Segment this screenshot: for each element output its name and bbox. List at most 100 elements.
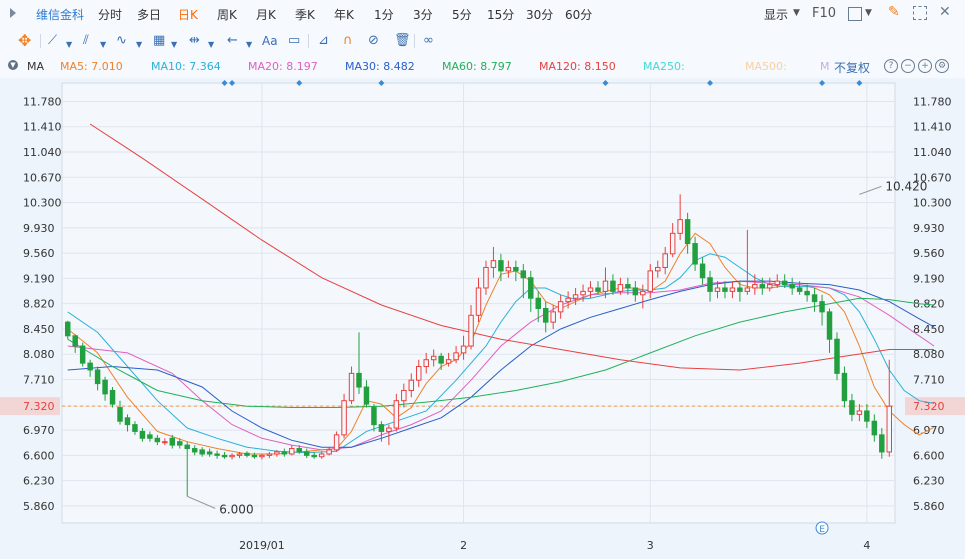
candle-body[interactable] [550,311,556,323]
candle-body[interactable] [505,266,512,272]
candle-body[interactable] [363,386,370,405]
candle-body[interactable] [610,280,616,292]
candle-body[interactable] [79,345,86,364]
candle-body[interactable] [774,280,780,286]
candle-body[interactable] [132,424,138,432]
period-tab-weekly[interactable]: 周K [217,6,237,23]
zoom-in-icon[interactable]: + [918,59,932,73]
chevron-down-icon[interactable]: ▼ [246,36,252,54]
candle-body[interactable] [460,345,467,354]
candle-body[interactable] [430,355,437,361]
candle-body[interactable] [281,451,288,455]
zoom-out-icon[interactable]: − [901,59,915,73]
settings-icon[interactable]: ⚙ [935,59,949,73]
candle-body[interactable] [453,352,459,361]
fullscreen-icon[interactable] [913,6,927,20]
hide-icon[interactable]: ⊘ [368,32,379,50]
candle-body[interactable] [184,444,190,450]
adjust-mode-button[interactable]: 不复权 [834,59,870,76]
candle-body[interactable] [572,294,579,299]
period-tab-daily[interactable]: 日K [178,6,198,23]
candle-body[interactable] [87,362,93,371]
wave-icon[interactable]: ∿ [116,32,127,50]
candle-body[interactable] [542,307,549,323]
pencil-icon[interactable]: ✎ [888,4,900,20]
candle-body[interactable] [177,441,183,446]
candle-body[interactable] [819,301,825,313]
candle-body[interactable] [580,290,586,296]
period-tab-30min[interactable]: 30分 [526,6,553,23]
candle-body[interactable] [513,266,519,272]
period-tab-multiday[interactable]: 多日 [137,6,161,23]
candle-body[interactable] [856,410,863,415]
candle-body[interactable] [64,321,71,337]
candle-body[interactable] [781,280,788,286]
candle-body[interactable] [789,284,795,289]
candle-body[interactable] [356,372,362,388]
candle-body[interactable] [139,430,146,439]
candle-body[interactable] [191,448,198,453]
candle-body[interactable] [318,453,325,458]
candle-body[interactable] [214,453,220,456]
period-tab-15min[interactable]: 15分 [487,6,514,23]
candle-body[interactable] [692,243,698,265]
candle-body[interactable] [244,452,250,456]
candle-body[interactable] [438,355,444,364]
candle-body[interactable] [423,359,429,368]
crosshair-icon[interactable]: ✥ [18,32,31,50]
chevron-down-icon[interactable]: ▼ [136,36,142,54]
candle-body[interactable] [117,407,123,422]
chart-pane[interactable]: 11.780 11.780 11.410 11.410 11.040 11.040 10.6… [0,78,965,555]
candle-body[interactable] [371,407,377,426]
candle-body[interactable] [767,284,773,289]
candle-body[interactable] [841,372,848,402]
candle-body[interactable] [102,379,108,395]
candle-body[interactable] [699,263,706,279]
candle-body[interactable] [834,338,840,374]
candle-body[interactable] [587,287,594,292]
line-draw-icon[interactable]: ⟋ [48,32,57,50]
candle-body[interactable] [669,232,676,255]
candle-body[interactable] [602,280,609,292]
candle-body[interactable] [72,335,78,347]
indicator-name[interactable]: MA [27,60,44,73]
candle-body[interactable] [251,454,258,458]
chevron-down-icon[interactable]: ▼ [8,60,18,70]
candle-body[interactable] [647,270,654,292]
candle-body[interactable] [640,290,646,296]
ruler-icon[interactable]: ⊿ [318,32,329,50]
candle-body[interactable] [199,449,205,455]
candle-body[interactable] [490,260,497,268]
candle-body[interactable] [229,454,235,458]
candle-body[interactable] [737,287,743,292]
candle-body[interactable] [826,311,833,340]
period-tab-5min[interactable]: 5分 [452,6,472,23]
candlestick-chart[interactable]: 11.780 11.780 11.410 11.410 11.040 11.040 10.6… [0,78,965,555]
candle-body[interactable] [565,297,571,303]
candle-body[interactable] [94,369,101,385]
period-tab-monthly[interactable]: 月K [256,6,276,23]
candle-body[interactable] [109,389,116,405]
candle-body[interactable] [849,400,855,415]
help-icon[interactable]: ? [884,59,898,73]
period-tab-1min[interactable]: 1分 [374,6,394,23]
period-tab-intraday[interactable]: 分时 [98,6,122,23]
chevron-down-icon[interactable]: ▼ [208,36,214,54]
candle-body[interactable] [236,453,243,456]
candle-body[interactable] [714,287,721,292]
candle-body[interactable] [378,424,385,432]
candle-body[interactable] [744,287,751,292]
candle-body[interactable] [871,420,878,436]
candle-body[interactable] [416,366,422,381]
channel-icon[interactable]: ⫽ [83,32,89,50]
candle-body[interactable] [625,284,631,289]
text-tool-button[interactable]: Aa [262,32,278,50]
candle-body[interactable] [401,389,407,402]
candle-body[interactable] [804,290,810,296]
link-icon[interactable]: ∞ [423,32,434,50]
candle-body[interactable] [655,266,661,272]
trash-icon[interactable]: 🗑 [394,32,411,50]
chevron-down-icon[interactable]: ▼ [100,36,106,54]
candle-body[interactable] [595,287,601,292]
candle-body[interactable] [811,294,818,303]
